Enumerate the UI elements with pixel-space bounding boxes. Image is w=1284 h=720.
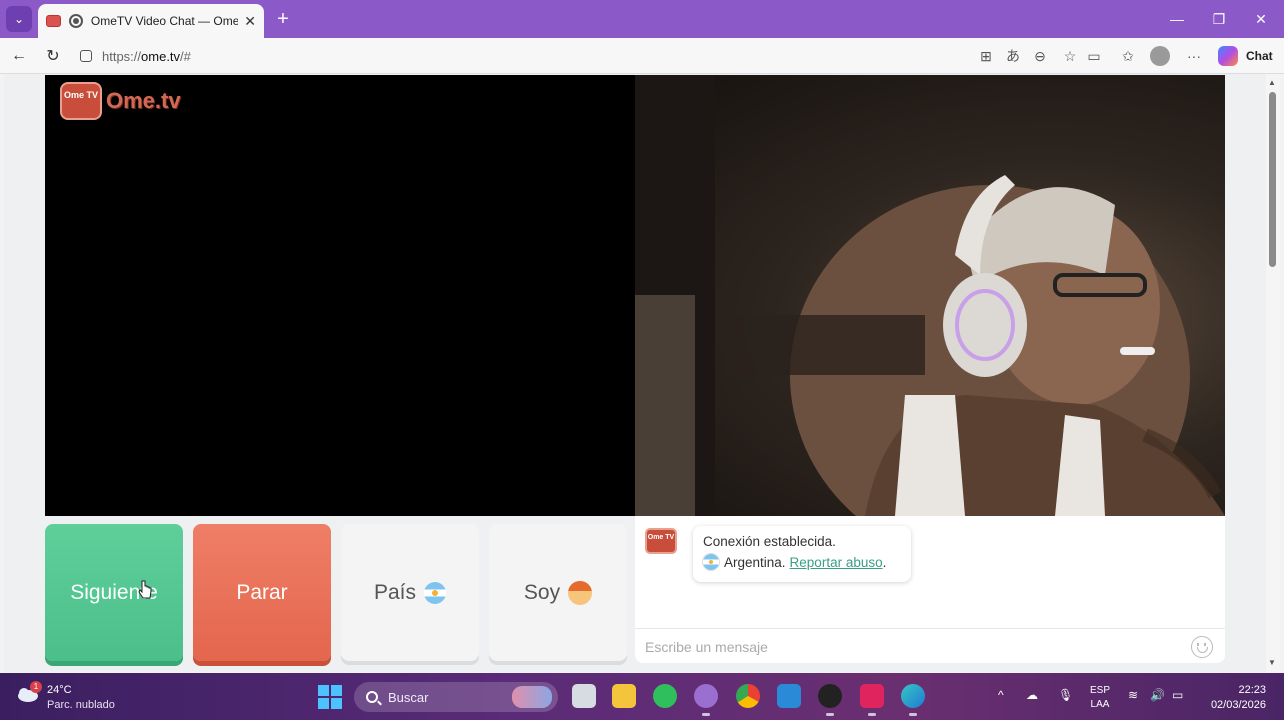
system-message: Conexión establecida. Argentina. Reporta…	[693, 526, 911, 582]
weather-condition[interactable]: Parc. nublado	[47, 699, 115, 711]
show-hidden-icons-chevron-icon[interactable]: ^	[998, 688, 1004, 702]
emoji-smiley-icon[interactable]	[1191, 636, 1213, 658]
next-button[interactable]: Siguiente	[45, 524, 183, 661]
wifi-icon[interactable]: ≋	[1128, 688, 1138, 702]
tab-title: OmeTV Video Chat — Omegle	[90, 14, 239, 28]
tab-actions-chevron-icon[interactable]: ⌄	[6, 6, 32, 32]
stop-button[interactable]: Parar	[193, 524, 331, 661]
translate-icon[interactable]: あ	[1003, 46, 1023, 66]
task-view-icon[interactable]	[572, 684, 596, 708]
language-code: ESP	[1089, 685, 1110, 696]
obs-icon[interactable]	[818, 684, 842, 716]
microphone-icon[interactable]: 🎙	[1058, 688, 1073, 702]
message-input[interactable]	[645, 636, 1185, 658]
back-arrow-icon[interactable]: ←	[6, 44, 32, 68]
argentina-flag-icon	[703, 554, 719, 570]
site-info-lock-icon[interactable]	[80, 50, 92, 62]
new-tab-plus-icon[interactable]: +	[270, 6, 296, 32]
ometv-favicon-icon	[46, 15, 61, 27]
windows-start-icon[interactable]	[318, 685, 342, 709]
partner-video-feed	[635, 75, 1225, 516]
browser-toolbar: ← ↻ https://ome.tv/# ⊞ あ ⊖ ☆ ▭ ✩ ··· Cha…	[0, 38, 1284, 74]
more-options-icon[interactable]: ···	[1184, 46, 1204, 66]
ometv-tv-icon: Ome TV	[60, 82, 102, 120]
favorites-icon[interactable]: ✩	[1118, 46, 1138, 66]
extensions-icon[interactable]: ⊖	[1030, 46, 1050, 66]
country-button[interactable]: País	[341, 524, 479, 661]
connection-status-text: Conexión establecida.	[703, 534, 836, 549]
chat-panel: Ome TV Conexión establecida. Argentina. …	[635, 516, 1225, 663]
onedrive-cloud-icon[interactable]: ☁	[1026, 688, 1038, 702]
argentina-flag-icon	[424, 581, 447, 604]
page-scrollbar[interactable]: ▲ ▼	[1266, 74, 1280, 672]
clock-time: 22:23	[1238, 684, 1266, 696]
favorite-star-icon[interactable]: ☆	[1060, 46, 1080, 66]
maximize-icon[interactable]: ❐	[1204, 6, 1234, 32]
address-bar[interactable]: https://ome.tv/#	[70, 43, 1110, 69]
input-language[interactable]: ESP LAA	[1088, 684, 1112, 712]
gender-button[interactable]: Soy	[489, 524, 627, 661]
own-video-feed	[45, 75, 635, 516]
camera-recording-icon	[68, 14, 83, 28]
tab-close-icon[interactable]: ✕	[244, 13, 256, 30]
volume-icon[interactable]: 🔊	[1150, 688, 1165, 702]
clock-date: 02/03/2026	[1210, 699, 1266, 711]
ometv-chat-logo-icon: Ome TV	[645, 528, 677, 554]
file-explorer-icon[interactable]	[612, 684, 636, 708]
app-available-icon[interactable]: ⊞	[976, 46, 996, 66]
partner-video-image	[635, 75, 1225, 516]
report-suffix: .	[882, 554, 887, 570]
browser-tab[interactable]: OmeTV Video Chat — Omegle ✕	[38, 4, 264, 38]
boy-emoji-icon	[568, 580, 593, 605]
weather-alert-badge: 1	[30, 681, 42, 693]
taskbar-search[interactable]: Buscar	[354, 682, 558, 712]
system-clock[interactable]: 22:23 02/03/2026	[1206, 683, 1266, 713]
whatsapp-icon[interactable]	[653, 684, 677, 708]
search-highlight-icon	[512, 686, 552, 708]
camera-in-use-icon[interactable]: ▭	[1084, 46, 1104, 66]
search-icon	[366, 691, 378, 703]
vscode-icon[interactable]	[777, 684, 801, 708]
scrollbar-thumb[interactable]	[1269, 92, 1276, 267]
copilot-chat-label[interactable]: Chat	[1246, 49, 1273, 63]
profile-avatar[interactable]	[1150, 46, 1170, 66]
stop-button-label: Parar	[236, 580, 288, 604]
tab-strip: ⌄ OmeTV Video Chat — Omegle ✕ + — ❐ ✕	[0, 0, 1284, 38]
gender-button-label: Soy	[523, 580, 561, 604]
chrome-icon[interactable]	[736, 684, 760, 708]
partner-country: Argentina.	[724, 554, 786, 570]
edge-icon[interactable]	[901, 684, 925, 716]
country-button-label: País	[373, 580, 417, 604]
battery-icon[interactable]: ▭	[1172, 688, 1183, 702]
search-label: Buscar	[388, 689, 429, 705]
minimize-icon[interactable]: —	[1162, 6, 1192, 32]
scroll-down-arrow-icon[interactable]: ▼	[1268, 658, 1276, 667]
windows-taskbar: 1 24°C Parc. nublado Buscar ^ ☁ 🎙 ESP LA…	[0, 673, 1284, 720]
tiktok-icon[interactable]	[860, 684, 884, 716]
app-icon[interactable]	[694, 684, 718, 716]
keyboard-layout: LAA	[1090, 699, 1110, 710]
close-window-icon[interactable]: ✕	[1246, 6, 1276, 32]
scroll-up-arrow-icon[interactable]: ▲	[1268, 78, 1276, 87]
reload-icon[interactable]: ↻	[40, 44, 66, 68]
temperature[interactable]: 24°C	[47, 684, 72, 696]
ometv-logo[interactable]: Ome TV Ome.tv	[60, 82, 181, 120]
hand-cursor-icon	[138, 580, 152, 599]
copilot-icon[interactable]	[1218, 46, 1238, 66]
chat-divider	[635, 628, 1225, 629]
partner-country-line: Argentina. Reportar abuso.	[703, 554, 901, 570]
url-text: https://ome.tv/#	[102, 48, 191, 64]
logo-wordmark: Ome.tv	[106, 88, 181, 113]
report-abuse-link[interactable]: Reportar abuso	[790, 555, 883, 570]
